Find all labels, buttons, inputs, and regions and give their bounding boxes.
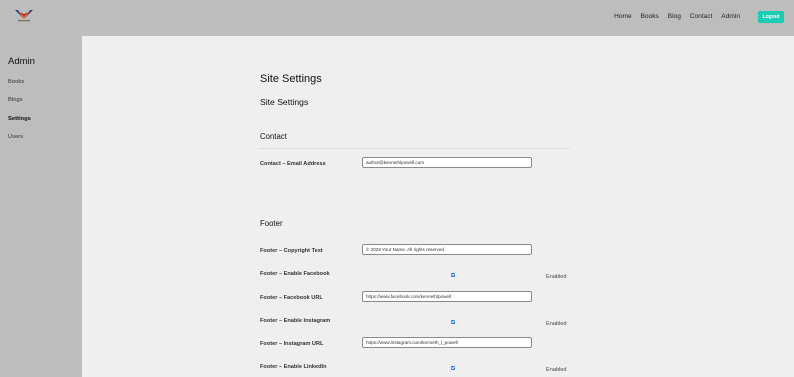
nav-blog-link[interactable]: Blog [668, 13, 681, 20]
linkedin-enabled-status: Enabled [546, 367, 567, 373]
footer-instagram-url-input[interactable]: https://www.instagram.com/kenneth_l_powe… [362, 337, 532, 348]
contact-email-label: Contact – Email Address [260, 161, 326, 167]
nav-books-link[interactable]: Books [641, 13, 659, 20]
sidebar-item-users[interactable]: Users [8, 134, 23, 140]
footer-facebook-url-label: Footer – Facebook URL [260, 295, 323, 301]
contact-email-input[interactable]: author@kennethlpowell.com [362, 157, 532, 168]
facebook-enable-checkbox[interactable] [451, 273, 455, 277]
section-divider [260, 148, 570, 149]
footer-copyright-input[interactable]: © 2026 Your Name. All rights reserved. [362, 244, 532, 255]
sidebar-item-blogs[interactable]: Blogs [8, 97, 23, 103]
logo-icon[interactable] [14, 7, 34, 23]
footer-instagram-url-label: Footer – Instagram URL [260, 341, 324, 347]
contact-section-heading: Contact [260, 132, 287, 141]
footer-copyright-label: Footer – Copyright Text [260, 248, 323, 254]
page-subtitle: Site Settings [260, 97, 309, 107]
footer-section-heading: Footer [260, 219, 283, 228]
logout-button[interactable]: Logout [758, 11, 784, 23]
nav-admin-link[interactable]: Admin [721, 13, 740, 20]
footer-enable-facebook-label: Footer – Enable Facebook [260, 271, 330, 277]
sidebar-item-books[interactable]: Books [8, 79, 24, 85]
facebook-enabled-status: Enabled [546, 274, 567, 280]
main-content: Site Settings Site Settings Contact Cont… [82, 36, 794, 377]
page-title: Site Settings [260, 73, 322, 85]
footer-facebook-url-input[interactable]: https://www.facebook.com/kennethlpowell [362, 291, 532, 302]
instagram-enable-checkbox[interactable] [451, 320, 455, 324]
instagram-enabled-status: Enabled [546, 321, 567, 327]
footer-enable-instagram-label: Footer – Enable Instagram [260, 318, 331, 324]
nav-home-link[interactable]: Home [614, 13, 632, 20]
sidebar-item-settings[interactable]: Settings [8, 116, 31, 122]
linkedin-enable-checkbox[interactable] [451, 366, 455, 370]
footer-enable-linkedin-label: Footer – Enable LinkedIn [260, 364, 327, 370]
sidebar-title: Admin [8, 56, 35, 67]
top-navbar: Home Books Blog Contact Admin Logout [0, 0, 794, 36]
nav-contact-link[interactable]: Contact [690, 13, 713, 20]
admin-sidebar: Admin Books Blogs Settings Users [0, 36, 82, 377]
main-nav: Home Books Blog Contact Admin [607, 13, 740, 20]
